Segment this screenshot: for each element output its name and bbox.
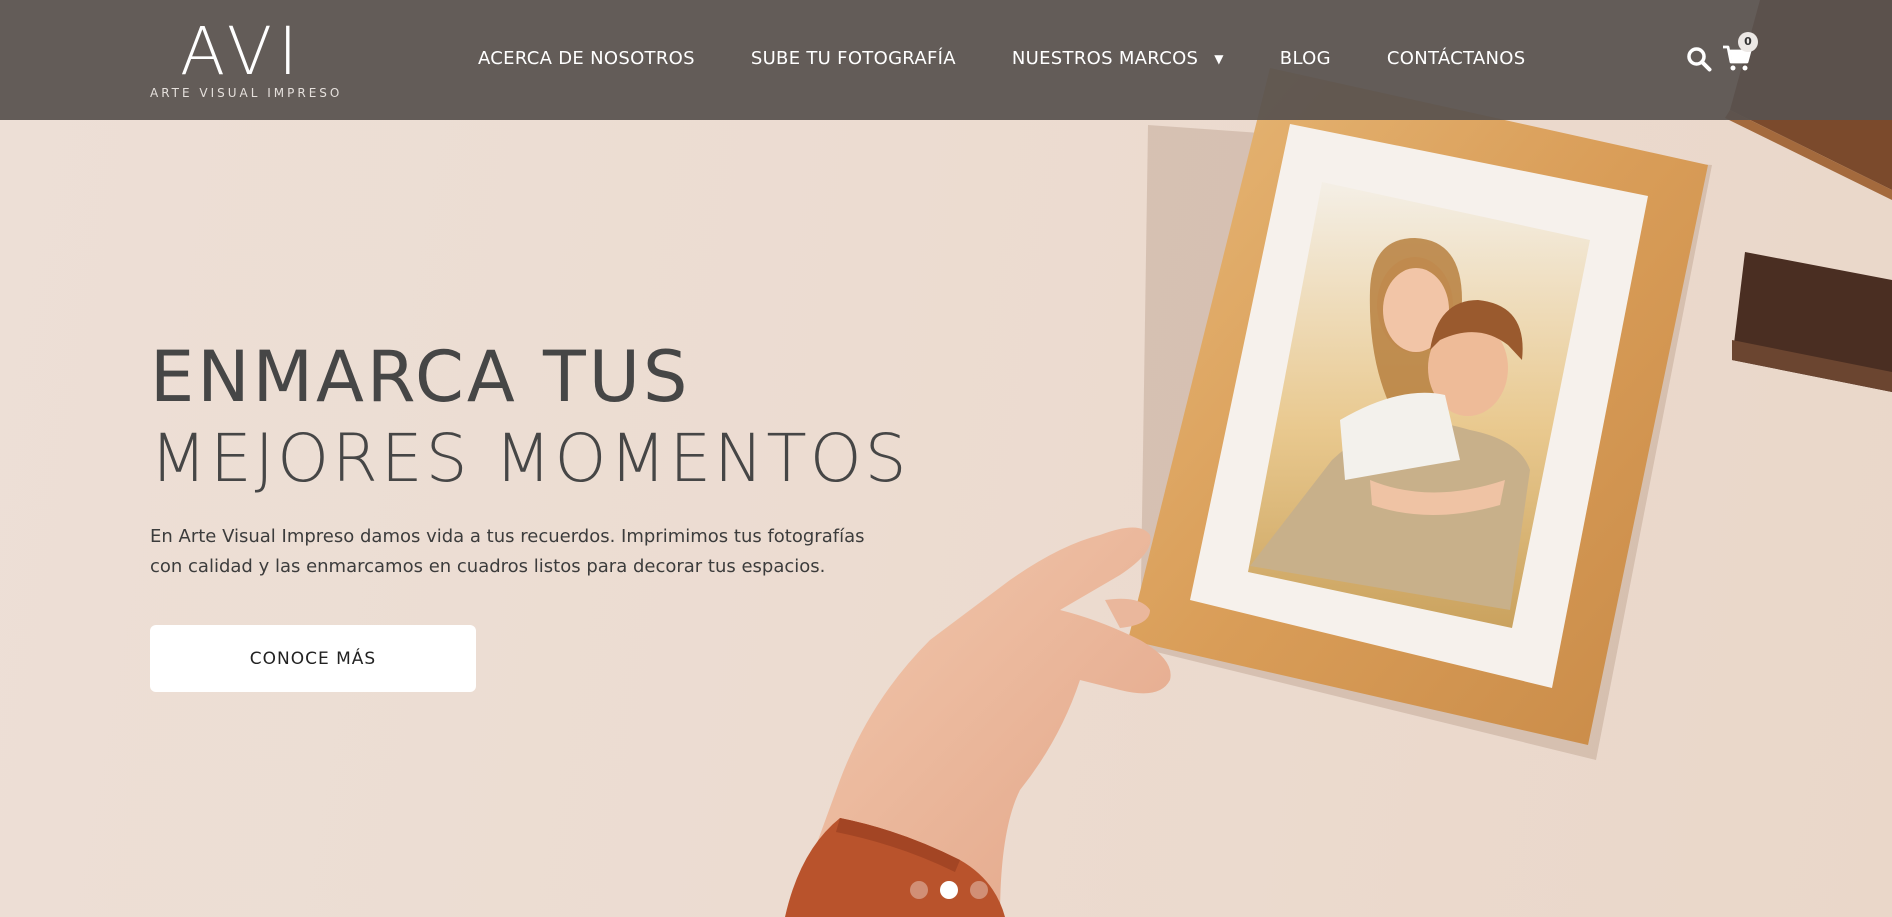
nav-item-about[interactable]: ACERCA DE NOSOTROS <box>478 48 695 69</box>
nav-item-contact[interactable]: CONTÁCTANOS <box>1387 48 1526 69</box>
logo-tagline: ARTE VISUAL IMPRESO <box>150 86 343 100</box>
logo[interactable]: AVI ARTE VISUAL IMPRESO <box>150 13 343 106</box>
logo-mark: AVI <box>180 13 304 90</box>
learn-more-button[interactable]: CONOCE MÁS <box>150 625 476 692</box>
cart-count-badge: 0 <box>1738 32 1758 52</box>
slider-dots <box>910 881 1000 899</box>
nav-item-label: ACERCA DE NOSOTROS <box>478 48 695 69</box>
headline-line-2: MEJORES MOMENTOS <box>150 420 910 497</box>
nav-item-label: NUESTROS MARCOS <box>1011 48 1199 69</box>
search-icon[interactable] <box>1686 46 1712 72</box>
hero-description: En Arte Visual Impreso damos vida a tus … <box>150 526 865 577</box>
headline-line-1: ENMARCA TUS <box>150 336 691 418</box>
slider-dot-3[interactable] <box>970 881 988 899</box>
nav-item-upload-photo[interactable]: SUBE TU FOTOGRAFÍA <box>751 48 956 69</box>
site-header: AVI ARTE VISUAL IMPRESO ACERCA DE NOSOTR… <box>0 0 1892 120</box>
slider-dot-1[interactable] <box>910 881 928 899</box>
main-nav: ACERCA DE NOSOTROS SUBE TU FOTOGRAFÍA NU… <box>478 48 1582 69</box>
nav-item-blog[interactable]: BLOG <box>1280 48 1331 69</box>
nav-item-label: BLOG <box>1279 48 1331 69</box>
slider-dot-2[interactable] <box>940 881 958 899</box>
nav-item-frames[interactable]: NUESTROS MARCOS ▼ <box>1012 48 1224 69</box>
caret-down-icon: ▼ <box>1214 51 1224 66</box>
nav-item-label: SUBE TU FOTOGRAFÍA <box>750 48 956 69</box>
nav-item-label: CONTÁCTANOS <box>1386 48 1526 69</box>
hero-headline: ENMARCA TUS MEJORES MOMENTOS <box>150 335 910 499</box>
